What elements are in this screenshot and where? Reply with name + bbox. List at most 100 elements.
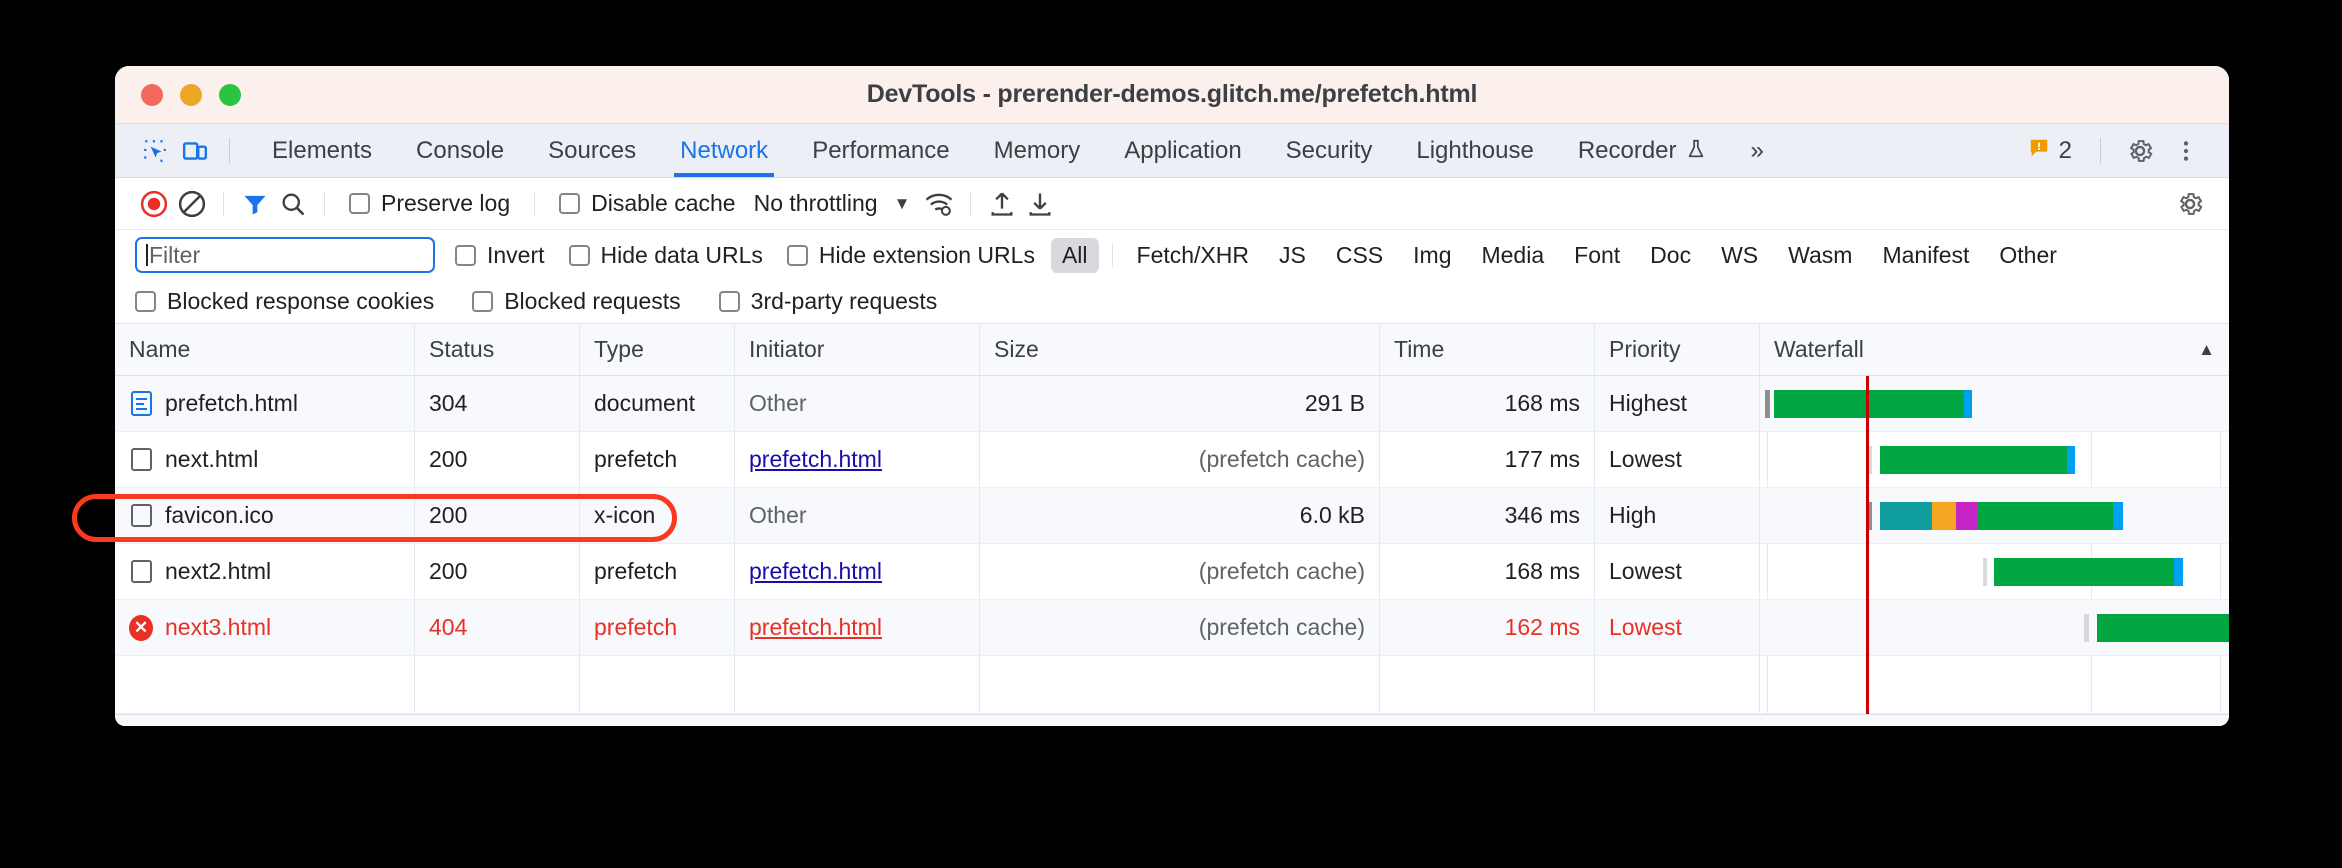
filter-input[interactable]: Filter [135,237,435,273]
column-header-size[interactable]: Size [980,324,1380,375]
cell-type: prefetch [580,544,735,599]
cell-name[interactable]: next2.html [115,544,415,599]
type-filter-other[interactable]: Other [1988,238,2068,273]
type-filter-doc[interactable]: Doc [1639,238,1702,273]
waterfall-bar [1994,558,2183,586]
tab-overflow-button[interactable]: » [1729,124,1786,177]
cell-type: prefetch [580,432,735,487]
column-header-initiator[interactable]: Initiator [735,324,980,375]
hide-extension-urls-label: Hide extension URLs [819,242,1035,269]
tab-security[interactable]: Security [1264,124,1395,177]
tab-application[interactable]: Application [1102,124,1263,177]
column-header-waterfall[interactable]: Waterfall ▲ [1760,324,2229,375]
tab-label: Elements [272,137,372,165]
column-header-status[interactable]: Status [415,324,580,375]
tab-memory[interactable]: Memory [972,124,1103,177]
tab-sources[interactable]: Sources [526,124,658,177]
cell-initiator[interactable]: prefetch.html [735,544,980,599]
filter-funnel-icon[interactable] [236,185,274,223]
warning-count: 2 [2059,137,2072,165]
dom-content-loaded-marker [1866,376,1869,714]
tab-network[interactable]: Network [658,124,790,177]
minimize-window-button[interactable] [180,84,202,106]
disable-cache-checkbox[interactable]: Disable cache [547,190,747,217]
third-party-requests-checkbox[interactable]: 3rd-party requests [707,288,950,315]
tab-lighthouse[interactable]: Lighthouse [1394,124,1555,177]
checkbox-box [787,245,808,266]
waterfall-column [1760,376,2229,714]
close-window-button[interactable] [141,84,163,106]
export-har-icon[interactable] [1021,185,1059,223]
type-filter-font[interactable]: Font [1563,238,1631,273]
waterfall-bar [1880,446,2075,474]
more-options-icon[interactable] [2165,130,2207,172]
third-party-requests-label: 3rd-party requests [751,288,938,315]
cell-time: 168 ms [1380,376,1595,431]
flask-icon [1685,137,1707,165]
cell-status: 200 [415,432,580,487]
type-filter-ws[interactable]: WS [1710,238,1769,273]
throttling-dropdown[interactable]: No throttling ▼ [754,190,911,217]
tab-performance[interactable]: Performance [790,124,971,177]
clear-button[interactable] [173,185,211,223]
tab-label: Security [1286,137,1373,165]
tab-recorder[interactable]: Recorder [1556,124,1729,177]
inspect-element-icon[interactable] [135,131,175,171]
blocked-response-cookies-checkbox[interactable]: Blocked response cookies [135,288,446,315]
type-filter-js[interactable]: JS [1268,238,1317,273]
segment-download [2067,446,2075,474]
network-conditions-icon[interactable] [920,185,958,223]
filter-options: Invert Hide data URLs Hide extension URL… [443,242,1047,269]
cell-initiator[interactable]: prefetch.html [735,600,980,655]
type-filter-all[interactable]: All [1051,238,1099,273]
device-toolbar-icon[interactable] [175,131,215,171]
maximize-window-button[interactable] [219,84,241,106]
type-filter-wasm[interactable]: Wasm [1777,238,1863,273]
type-filter-media[interactable]: Media [1470,238,1555,273]
segment-download [1964,390,1972,418]
tab-elements[interactable]: Elements [250,124,394,177]
invert-checkbox[interactable]: Invert [443,242,557,269]
toolbar-divider [229,138,230,164]
column-header-time[interactable]: Time [1380,324,1595,375]
cell-status: 200 [415,488,580,543]
filter-divider [1112,243,1113,267]
cell-name[interactable]: prefetch.html [115,376,415,431]
warning-badge[interactable]: 2 [2018,137,2082,165]
segment-waiting [1956,502,1978,530]
initiator-link[interactable]: prefetch.html [749,558,882,585]
segment-content-download [1994,558,2174,586]
record-button[interactable] [135,185,173,223]
import-har-icon[interactable] [983,185,1021,223]
initiator-link[interactable]: prefetch.html [749,614,882,641]
segment-content-download [1978,502,2113,530]
preserve-log-checkbox[interactable]: Preserve log [337,190,522,217]
cell-name[interactable]: next.html [115,432,415,487]
tab-label: Lighthouse [1416,137,1533,165]
settings-gear-icon[interactable] [2119,130,2161,172]
tab-console[interactable]: Console [394,124,526,177]
type-filter-css[interactable]: CSS [1325,238,1394,273]
network-settings-gear-icon[interactable] [2171,185,2209,223]
blocked-requests-checkbox[interactable]: Blocked requests [460,288,692,315]
hide-extension-urls-checkbox[interactable]: Hide extension URLs [775,242,1047,269]
waterfall-queue-segment [2084,614,2089,642]
table-body: prefetch.html 304 document Other 291 B 1… [115,376,2229,714]
cell-initiator[interactable]: prefetch.html [735,432,980,487]
empty-cell [980,656,1380,713]
tab-label: Application [1124,137,1241,165]
column-header-type[interactable]: Type [580,324,735,375]
chevron-double-right-icon: » [1751,137,1764,165]
search-icon[interactable] [274,185,312,223]
cell-initiator: Other [735,376,980,431]
hide-data-urls-checkbox[interactable]: Hide data URLs [557,242,775,269]
initiator-link[interactable]: prefetch.html [749,446,882,473]
cell-name[interactable]: favicon.ico [115,488,415,543]
blank-file-icon [129,560,153,584]
column-header-priority[interactable]: Priority [1595,324,1760,375]
column-header-name[interactable]: Name [115,324,415,375]
type-filter-img[interactable]: Img [1402,238,1462,273]
type-filter-fetch-xhr[interactable]: Fetch/XHR [1126,238,1260,273]
cell-name[interactable]: ✕ next3.html [115,600,415,655]
type-filter-manifest[interactable]: Manifest [1871,238,1980,273]
